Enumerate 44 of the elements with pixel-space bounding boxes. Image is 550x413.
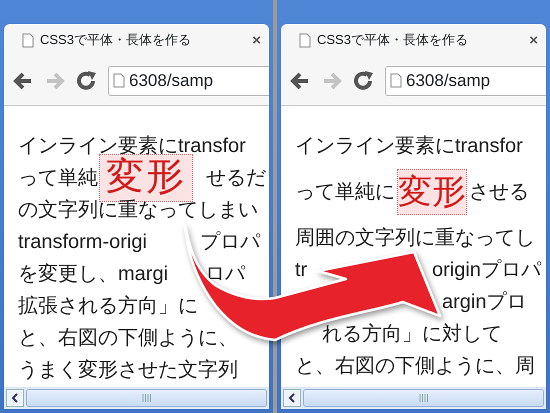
transformed-text: 変形 (398, 170, 466, 214)
scrollbar-thumb[interactable] (303, 389, 544, 407)
text-line: を変更し、margi (18, 262, 168, 286)
text-line: arginプロ (442, 290, 526, 314)
text-line: tr (295, 258, 308, 282)
browser-tab[interactable]: CSS3で平体・長体を作る × (281, 24, 546, 56)
text-line: 拡張される方向」に (18, 294, 198, 318)
back-button[interactable] (12, 70, 34, 90)
text-line: せるだ (206, 166, 266, 190)
text-line: 周囲の文字列に重なってし (295, 226, 535, 250)
text-line: インライン要素にtransfor (295, 134, 523, 158)
chevron-left-icon (288, 393, 296, 403)
text-line: って単純に (295, 180, 395, 204)
text-line: と、右図の下側ように、周 (295, 354, 535, 378)
chevron-left-icon (11, 393, 19, 403)
close-button[interactable]: × (252, 32, 261, 48)
page-icon (390, 73, 402, 88)
page-icon (299, 32, 311, 48)
text-line: プロパ (200, 230, 260, 254)
page-icon (22, 32, 34, 48)
text-line: って単純 (18, 166, 98, 190)
close-button[interactable]: × (529, 32, 538, 48)
text-line: れる方向」に対して (322, 322, 502, 346)
text-line: transform-origi (18, 230, 147, 254)
browser-tab[interactable]: CSS3で平体・長体を作る × (4, 24, 269, 56)
page-icon (113, 73, 125, 88)
text-line: の文字列に重なってしまい (18, 198, 258, 222)
address-field[interactable]: 6308/samp (108, 66, 269, 96)
text-line: ロパ (205, 262, 245, 286)
back-button[interactable] (289, 70, 311, 90)
address-field[interactable]: 6308/samp (385, 66, 546, 96)
text-line: と、右図の下側ように、 (18, 326, 238, 350)
grip-icon (142, 394, 152, 402)
scrollbar-thumb[interactable] (26, 389, 267, 407)
text-line: させる (469, 180, 529, 204)
grip-icon (418, 394, 428, 402)
reload-button[interactable] (76, 70, 98, 90)
text-line: インライン要素にtransfor (18, 134, 246, 156)
text-line: うまく変形させた文字列 (18, 358, 238, 382)
scroll-left-button[interactable] (283, 389, 301, 407)
reload-button[interactable] (353, 70, 375, 90)
text-line: originプロパ (432, 258, 541, 282)
scroll-left-button[interactable] (6, 389, 24, 407)
transformed-text: 変形 (100, 155, 192, 201)
